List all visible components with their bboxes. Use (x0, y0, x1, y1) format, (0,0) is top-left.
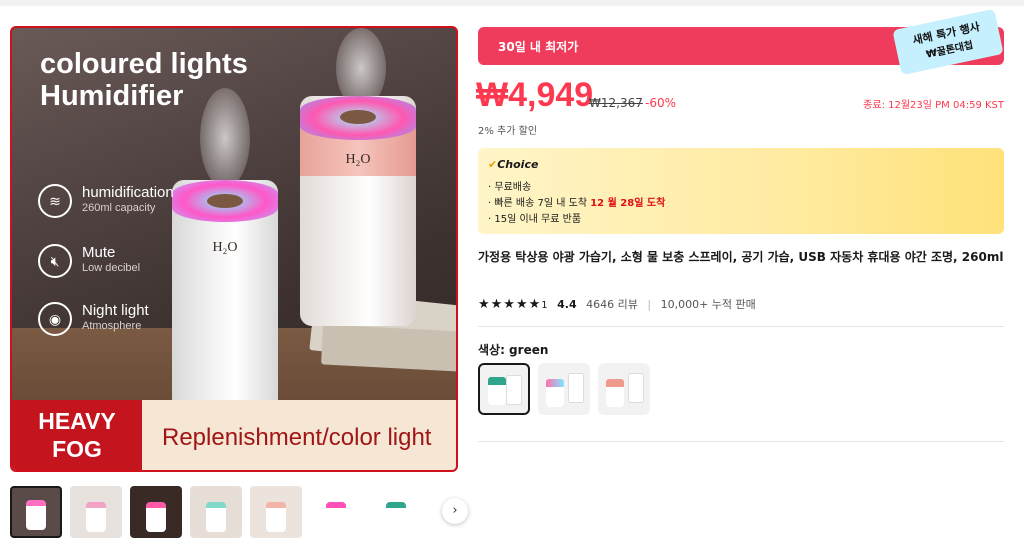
color-label: 색상: green (478, 343, 549, 357)
choice-box: ✔Choice · 무료배송 · 빠른 배송 7일 내 도착 12 월 28일 … (478, 148, 1004, 234)
h2o-label: H₂O (345, 152, 371, 167)
thumbnail[interactable] (190, 486, 242, 538)
original-price: ₩12,367 (589, 96, 643, 110)
image-banner: HEAVY FOG Replenishment/color light (12, 400, 456, 470)
rating-row: ★★★★★1 4.4 4646 리뷰 | 10,000+ 누적 판매 (478, 297, 756, 312)
divider (478, 441, 1004, 442)
star-rating-icon: ★★★★★ (478, 297, 542, 312)
chevron-right-icon[interactable]: › (442, 498, 468, 524)
main-product-image[interactable]: H₂O H₂O coloured lights Humidifier ≋ hum… (10, 26, 458, 472)
thumbnail[interactable] (10, 486, 62, 538)
heavy-fog-badge: HEAVY FOG (12, 400, 142, 470)
thumbnail[interactable] (370, 486, 422, 538)
promo-tag[interactable]: 새해 특가 행사 ₩꿀톤대첩 (892, 8, 1004, 76)
discount-percent: -60% (645, 96, 677, 110)
sold-count: 10,000+ 누적 판매 (660, 298, 756, 311)
variant-swatch-pink[interactable] (598, 363, 650, 415)
variant-swatch-multi[interactable] (538, 363, 590, 415)
nozzle (207, 194, 243, 208)
variant-swatch-green[interactable] (478, 363, 530, 415)
choice-logo: ✔Choice (488, 158, 539, 171)
speaker-mute-icon: 🔇︎ (38, 244, 72, 278)
choice-line: · 빠른 배송 7일 내 도착 12 월 28일 도착 (488, 198, 666, 209)
rating-score: 4.4 (557, 298, 577, 311)
thumbnail[interactable] (70, 486, 122, 538)
deal-banner: 30일 내 최저가 새해 특가 행사 ₩꿀톤대첩 (478, 8, 1004, 76)
humidifier-icon: ≋ (38, 184, 72, 218)
humidifier-pink: H₂O (300, 96, 416, 326)
book-prop (321, 324, 456, 372)
product-title: 가정용 탁상용 야광 가습기, 소형 물 보충 스프레이, 공기 가습, USB… (478, 250, 1004, 264)
extra-discount: 2% 추가 할인 (478, 126, 538, 137)
humidifier-white: H₂O (172, 180, 278, 416)
image-headline: coloured lights Humidifier (40, 48, 248, 112)
divider: | (647, 298, 652, 311)
thumbnail[interactable] (130, 486, 182, 538)
h2o-label: H₂O (212, 240, 238, 255)
thumbnail[interactable] (250, 486, 302, 538)
thumbnail[interactable] (310, 486, 362, 538)
deal-label: 30일 내 최저가 (498, 40, 579, 54)
night-light-icon: ◉ (38, 302, 72, 336)
sale-end-time: 종료: 12월23일 PM 04:59 KST (863, 100, 1004, 111)
banner-text: Replenishment/color light (162, 424, 432, 451)
choice-line: · 15일 이내 무료 반품 (488, 214, 582, 225)
divider (478, 326, 1004, 327)
top-bar (0, 0, 1024, 6)
nozzle (340, 110, 376, 124)
review-count-link[interactable]: 4646 리뷰 (586, 298, 638, 311)
current-price: ₩4,949 (476, 76, 594, 114)
choice-line: · 무료배송 (488, 182, 532, 193)
